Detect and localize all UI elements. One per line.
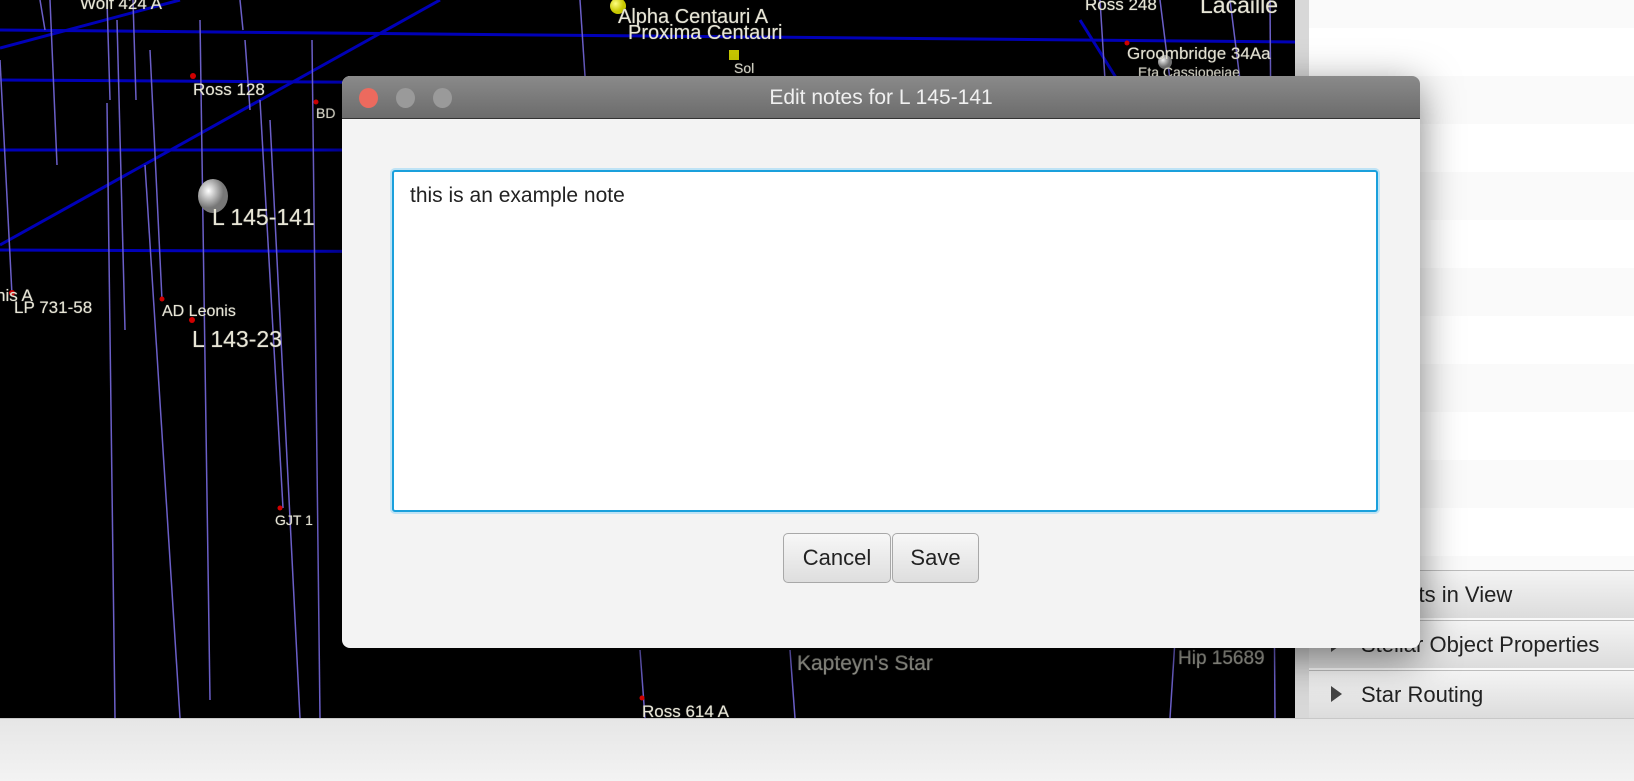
accordion-label: Star Routing [1361, 682, 1484, 707]
star-label[interactable]: Sol [734, 60, 754, 76]
star-label[interactable]: Proxima Centauri [628, 22, 783, 45]
star-label[interactable]: Groombridge 34Aa [1127, 44, 1271, 64]
dialog-title-bar[interactable]: Edit notes for L 145-141 [342, 76, 1420, 119]
star-label-selected[interactable]: L 145-141 [212, 204, 315, 231]
star-label[interactable]: Ross 128 [193, 80, 265, 100]
triangle-right-icon [1331, 686, 1342, 702]
notes-textarea[interactable]: this is an example note [392, 170, 1378, 512]
star-label[interactable]: GJT 1 [275, 512, 313, 528]
dialog-title: Edit notes for L 145-141 [769, 86, 993, 109]
cancel-button[interactable]: Cancel [783, 533, 891, 583]
star-label[interactable]: L 143-23 [192, 326, 282, 353]
sol-marker [729, 50, 739, 60]
star-label[interactable]: Ross 614 A [642, 702, 729, 718]
star-label[interactable]: Wolf 424 A [80, 0, 162, 14]
star-label[interactable]: AD Leonis [162, 303, 236, 321]
status-bar [0, 718, 1634, 781]
star-label[interactable]: LP 731-58 [14, 298, 92, 318]
star-label[interactable]: BD [316, 105, 335, 121]
star-label[interactable]: Lacaille [1200, 0, 1278, 19]
star-label[interactable]: Kapteyn's Star [797, 652, 933, 676]
save-button[interactable]: Save [892, 533, 979, 583]
star-label[interactable]: Hip 15689 [1178, 648, 1265, 670]
accordion-star-routing[interactable]: Star Routing [1309, 670, 1634, 718]
edit-notes-dialog: Edit notes for L 145-141 this is an exam… [342, 76, 1420, 648]
star-label[interactable]: Ross 248 [1085, 0, 1157, 15]
